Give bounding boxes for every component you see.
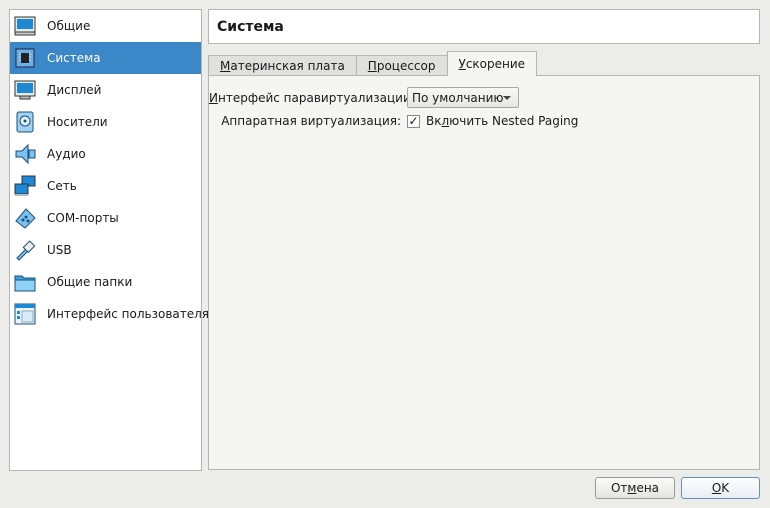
serial-port-icon	[13, 206, 37, 230]
sidebar-item-user-interface[interactable]: Интерфейс пользователя	[10, 298, 209, 330]
page-title-box: Система	[208, 9, 760, 44]
sidebar-item-usb[interactable]: USB	[10, 234, 201, 266]
system-chip-icon	[13, 46, 37, 70]
nested-paging-label-pre: Вк	[426, 114, 442, 128]
sidebar-item-label: Аудио	[47, 147, 86, 161]
tab-motherboard[interactable]: Материнская плата	[208, 55, 357, 76]
page-title: Система	[217, 18, 284, 35]
sidebar-item-audio[interactable]: Аудио	[10, 138, 201, 170]
nested-paging-checkbox[interactable]: ✓	[407, 114, 420, 128]
paravirt-label: Интерфейс паравиртуализации:	[209, 90, 415, 105]
sidebar-item-label: USB	[47, 243, 72, 257]
ok-button[interactable]: OK	[681, 477, 760, 499]
acceleration-panel: Интерфейс паравиртуализации: По умолчани…	[208, 75, 760, 470]
general-monitor-icon	[13, 14, 37, 38]
nested-paging-option[interactable]: ✓ Включить Nested Paging	[407, 114, 578, 128]
settings-dialog: Общие Система Дисплей Носители Аудио Сет…	[0, 0, 770, 508]
ok-label-post: K	[721, 481, 730, 495]
ok-label-accelerator: O	[711, 481, 722, 495]
tab-label: роцессор	[376, 59, 436, 73]
nested-paging-label-accelerator: л	[441, 114, 450, 128]
storage-disk-icon	[13, 110, 37, 134]
sidebar-item-label: Система	[47, 51, 101, 65]
tab-label: атеринская плата	[230, 59, 345, 73]
tab-bar: Материнская плата Процессор Ускорение	[208, 51, 538, 76]
user-interface-icon	[13, 302, 37, 326]
chevron-down-icon	[503, 96, 511, 100]
usb-icon	[13, 238, 37, 262]
sidebar-item-label: Дисплей	[47, 83, 102, 97]
cancel-label-post: ена	[636, 481, 660, 495]
display-monitor-icon	[13, 78, 37, 102]
cancel-label-pre: От	[610, 481, 628, 495]
paravirt-label-accelerator: И	[209, 90, 218, 105]
paravirt-select-value: По умолчанию	[412, 90, 504, 105]
cancel-button[interactable]: От м ена	[595, 477, 675, 499]
network-icon	[13, 174, 37, 198]
hwvirt-row: Аппаратная виртуализация: ✓ Включить Nes…	[209, 114, 578, 128]
tab-accelerator: М	[220, 59, 231, 73]
paravirt-label-text: нтерфейс паравиртуализации:	[217, 90, 415, 105]
paravirt-row: Интерфейс паравиртуализации: По умолчани…	[209, 87, 519, 108]
sidebar-item-system[interactable]: Система	[10, 42, 201, 74]
shared-folder-icon	[13, 270, 37, 294]
hwvirt-label: Аппаратная виртуализация:	[221, 114, 401, 128]
sidebar-item-label: Интерфейс пользователя	[47, 307, 210, 321]
sidebar-item-general[interactable]: Общие	[10, 10, 201, 42]
sidebar-item-display[interactable]: Дисплей	[10, 74, 201, 106]
tab-acceleration[interactable]: Ускорение	[446, 51, 538, 76]
sidebar-item-label: Общие	[47, 19, 91, 33]
sidebar-item-serial-ports[interactable]: COM-порты	[10, 202, 201, 234]
tab-processor[interactable]: Процессор	[355, 55, 448, 76]
sidebar-item-label: Сеть	[47, 179, 77, 193]
cancel-label-accelerator: м	[627, 481, 637, 495]
paravirt-select[interactable]: По умолчанию	[407, 87, 519, 108]
sidebar-item-label: COM-порты	[47, 211, 119, 225]
sidebar-item-shared-folders[interactable]: Общие папки	[10, 266, 201, 298]
tab-label: скорение	[465, 57, 526, 71]
sidebar-item-label: Носители	[47, 115, 108, 129]
tab-accelerator: У	[458, 57, 466, 71]
nested-paging-label: Включить Nested Paging	[426, 114, 578, 128]
nested-paging-label-post: ючить Nested Paging	[449, 114, 579, 128]
audio-speaker-icon	[13, 142, 37, 166]
sidebar-item-storage[interactable]: Носители	[10, 106, 201, 138]
sidebar-item-network[interactable]: Сеть	[10, 170, 201, 202]
sidebar-item-label: Общие папки	[47, 275, 133, 289]
tab-accelerator: П	[367, 59, 377, 73]
settings-sidebar: Общие Система Дисплей Носители Аудио Сет…	[9, 9, 209, 471]
